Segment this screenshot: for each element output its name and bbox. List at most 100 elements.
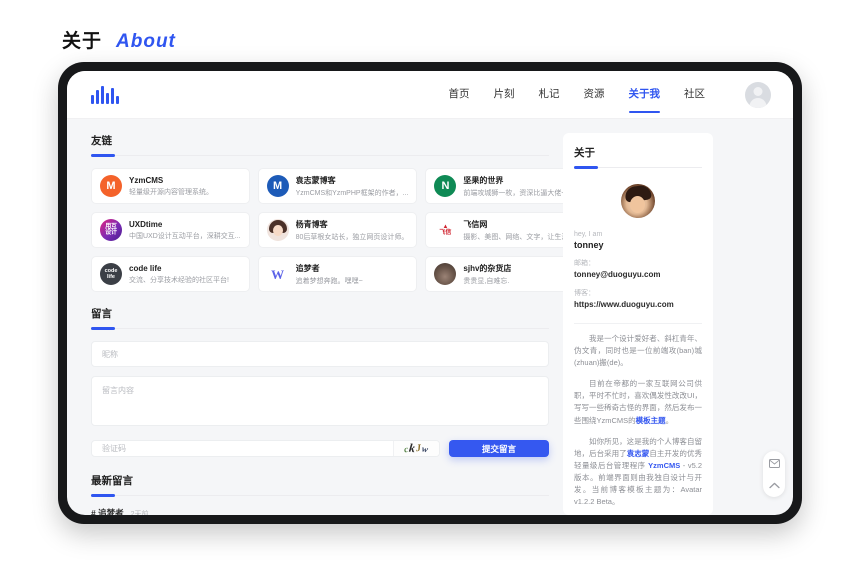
friend-link-name: 袁志蒙博客 (295, 175, 336, 185)
blog-label: 博客： (574, 290, 595, 298)
friend-link-card[interactable]: ▲ 飞信 飞信网 摄影、美图、网络、文字，让生活... (425, 212, 584, 248)
friend-links-grid: M YzmCMS 轻量级开源内容管理系统。 M 袁志蒙博客 YzmCMS和Yzm… (91, 168, 584, 292)
nav-item-community[interactable]: 社区 (684, 86, 705, 104)
site-avatar-icon: M (266, 175, 289, 197)
device-frame: 首页 片刻 札记 资源 关于我 社区 友链 M YzmCMS 轻量级开源内容管理… (58, 62, 802, 524)
friend-link-name: 追梦者 (295, 263, 320, 273)
about-sidebar: 关于 hey, I am tonney 邮箱： tonney@duoguyu.c… (563, 133, 713, 515)
user-avatar-icon[interactable] (745, 81, 771, 108)
main-column: 友链 M YzmCMS 轻量级开源内容管理系统。 M 袁志蒙博客 YzmCMS和… (91, 133, 584, 515)
nav-item-resources[interactable]: 资源 (584, 86, 605, 104)
friend-link-card[interactable]: 用互 设计 UXDtime 中国UXD设计互动平台，深耕交互... (91, 212, 250, 248)
message-time: 2天前 (130, 511, 149, 515)
site-avatar-icon (266, 219, 289, 241)
friend-link-name: sjhv的杂货店 (463, 263, 512, 273)
captcha-input[interactable] (92, 441, 393, 456)
friend-link-card[interactable]: sjhv的杂货店 贵贵显,自难忘. (425, 256, 584, 292)
friend-link-text: code life 交流、分享技术经验的社区平台! (129, 264, 229, 285)
friend-links-section: 友链 M YzmCMS 轻量级开源内容管理系统。 M 袁志蒙博客 YzmCMS和… (91, 133, 584, 292)
site-avatar-icon: 用互 设计 (100, 219, 122, 241)
friend-link-name: UXDtime (129, 219, 163, 229)
friend-link-name: 飞信网 (463, 219, 488, 229)
friend-link-card[interactable]: N 坚果的世界 前端攻城狮一枚，资深比逼大佬一... (425, 168, 584, 204)
top-navbar: 首页 片刻 札记 资源 关于我 社区 (67, 71, 793, 119)
nav-item-notes[interactable]: 札记 (539, 86, 560, 104)
blog-value[interactable]: https://www.duoguyu.com (574, 300, 702, 310)
friend-link-desc: 摄影、美图、网络、文字，让生活... (463, 233, 575, 241)
nav-item-about[interactable]: 关于我 (628, 86, 660, 113)
sidebar-name: tonney (574, 240, 604, 250)
message-author: # 追梦者 (91, 507, 124, 515)
nav-item-home[interactable]: 首页 (449, 86, 470, 104)
friend-link-desc: YzmCMS和YzmPHP框架的作者，... (295, 189, 409, 197)
site-avatar-icon: ▲ 飞信 (434, 219, 457, 241)
about-paragraph-2: 目前在帝都的一家互联网公司供职，平时不忙时，喜欢偶发性改改UI，写写一些稀奇古怪… (574, 379, 702, 425)
section-divider (91, 154, 549, 157)
page-title-en: About (116, 31, 176, 52)
message-author-name: 追梦者 (98, 508, 124, 515)
friend-link-card[interactable]: W 追梦者 追着梦想奔跑。嘿嘿~ (257, 256, 418, 292)
friend-link-text: UXDtime 中国UXD设计互动平台，深耕交互... (129, 220, 241, 241)
sidebar-greeting: hey, I am (574, 231, 603, 238)
nav-links: 首页 片刻 札记 资源 关于我 社区 (449, 81, 771, 113)
friend-link-desc: 交流、分享技术经验的社区平台! (129, 276, 229, 284)
friend-link-text: 坚果的世界 前端攻城狮一枚，资深比逼大佬一... (463, 175, 574, 198)
friend-link-desc: 中国UXD设计互动平台，深耕交互... (129, 232, 241, 240)
section-divider (574, 166, 702, 169)
captcha-submit-row: ckJw 提交留言 (91, 440, 549, 457)
email-value[interactable]: tonney@duoguyu.com (574, 270, 702, 280)
friend-link-name: 坚果的世界 (463, 175, 504, 185)
page-title-cn: 关于 (62, 31, 103, 52)
friend-link-text: YzmCMS 轻量级开源内容管理系统。 (129, 176, 213, 197)
site-avatar-icon: N (434, 175, 457, 197)
section-divider (91, 327, 549, 330)
friend-link-desc: 轻量级开源内容管理系统。 (129, 188, 213, 196)
site-avatar-icon: W (266, 263, 289, 285)
friend-link-text: sjhv的杂货店 贵贵显,自难忘. (463, 263, 511, 286)
envelope-icon[interactable] (767, 457, 781, 469)
latest-messages-title: 最新留言 (91, 475, 133, 487)
friend-link-text: 追梦者 追着梦想奔跑。嘿嘿~ (296, 263, 363, 286)
message-content-textarea[interactable] (91, 376, 549, 426)
about-paragraph-1: 我是一个设计爱好者、斜杠青年、伪文青，同时也是一位前端攻(ban)城(zhuan… (574, 333, 702, 368)
yzmcms-link[interactable]: YzmCMS (648, 461, 680, 470)
friend-link-text: 杨青博客 80后草根女站长，独立网页设计师。 (296, 219, 409, 242)
friend-link-desc: 追着梦想奔跑。嘿嘿~ (295, 277, 363, 285)
template-theme-link[interactable]: 模板主题 (636, 416, 666, 425)
site-avatar-icon (434, 263, 457, 285)
friend-link-card[interactable]: M YzmCMS 轻量级开源内容管理系统。 (91, 168, 250, 204)
message-form-section: 留言 ckJw 提交留言 (91, 306, 549, 457)
friend-link-text: 袁志蒙博客 YzmCMS和YzmPHP框架的作者，... (296, 175, 409, 198)
nickname-input[interactable] (91, 341, 549, 367)
captcha-char: w (421, 442, 430, 455)
site-avatar-icon: code life (100, 263, 122, 285)
latest-messages-section: 最新留言 # 追梦者 2天前 (91, 473, 549, 515)
friend-link-desc: 80后草根女站长，独立网页设计师。 (295, 233, 409, 241)
floating-action-bar (763, 451, 785, 497)
friend-link-card[interactable]: 杨青博客 80后草根女站长，独立网页设计师。 (257, 212, 418, 248)
captcha-image[interactable]: ckJw (393, 441, 439, 456)
about-paragraph-3: 如你所见，这是我的个人博客自留地，后台采用了袁志蒙自主开发的优秀轻量级后台管理程… (574, 436, 702, 509)
friend-link-text: 飞信网 摄影、美图、网络、文字，让生活... (463, 219, 574, 242)
nav-item-moments[interactable]: 片刻 (494, 86, 515, 104)
friend-link-desc: 前端攻城狮一枚，资深比逼大佬一... (463, 189, 575, 197)
chevron-up-icon[interactable] (767, 479, 781, 491)
message-list-item[interactable]: # 追梦者 2天前 (91, 507, 549, 515)
sidebar-divider (574, 322, 702, 324)
friend-link-card[interactable]: code life code life 交流、分享技术经验的社区平台! (91, 256, 250, 292)
message-form-title: 留言 (91, 308, 112, 320)
friend-link-name: YzmCMS (129, 175, 164, 185)
profile-photo (621, 184, 655, 218)
page-content: 友链 M YzmCMS 轻量级开源内容管理系统。 M 袁志蒙博客 YzmCMS和… (67, 119, 793, 515)
friend-link-name: 杨青博客 (295, 219, 328, 229)
waveform-logo-icon[interactable] (91, 85, 119, 104)
friend-links-title: 友链 (91, 135, 112, 147)
friend-link-card[interactable]: M 袁志蒙博客 YzmCMS和YzmPHP框架的作者，... (257, 168, 418, 204)
friend-link-name: code life (129, 263, 162, 273)
submit-message-button[interactable]: 提交留言 (449, 440, 549, 457)
friend-link-desc: 贵贵显,自难忘. (463, 277, 510, 285)
email-label: 邮箱： (574, 260, 595, 267)
hash-prefix: # (91, 508, 96, 515)
author-link[interactable]: 袁志蒙 (627, 449, 650, 458)
page-title: 关于 About (62, 26, 176, 53)
